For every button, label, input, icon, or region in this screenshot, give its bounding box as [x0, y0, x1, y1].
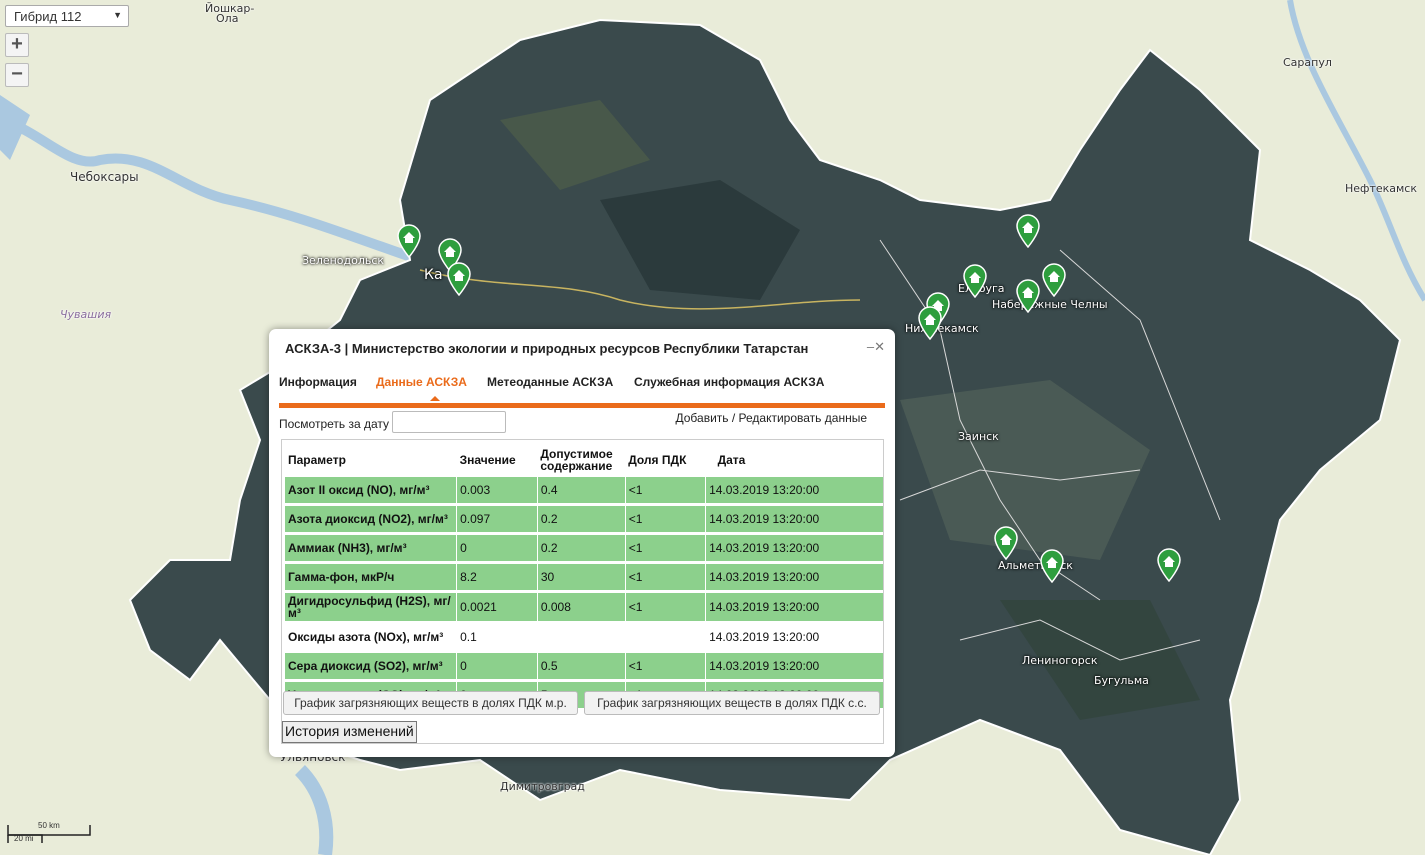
date-label: Посмотреть за дату: [279, 417, 390, 431]
place-neftekamsk: Нефтекамск: [1345, 182, 1417, 195]
table-cell: [536, 622, 626, 653]
scale-bar: 50 km 20 mi: [6, 821, 91, 843]
table-cell: 0.008: [536, 591, 626, 624]
table-cell: 0.003: [456, 477, 538, 506]
station-marker-icon[interactable]: [396, 224, 422, 258]
table-cell: Гамма-фон, мкР/ч: [285, 562, 457, 593]
table-cell: 14.03.2019 13:20:00: [705, 591, 883, 624]
table-cell: 14.03.2019 13:20:00: [705, 651, 883, 682]
table-cell: 0: [456, 533, 538, 564]
table-cell: <1: [624, 651, 706, 682]
data-table: Параметр Значение Допустимое содержание …: [285, 443, 883, 711]
table-cell: 14.03.2019 13:20:00: [705, 477, 883, 506]
table-cell: Дигидросульфид (H2S), мг/м³: [285, 591, 457, 624]
tab-info[interactable]: Информация: [279, 375, 357, 389]
table-cell: [624, 622, 706, 653]
tab-service-info[interactable]: Служебная информация АСКЗА: [634, 375, 824, 389]
table-row: Азот II оксид (NO), мг/м³ 0.003 0.4 <1 14.03…: [285, 477, 883, 506]
place-nab-chelny: Набережные Челны: [992, 298, 1108, 311]
table-cell: <1: [624, 504, 706, 535]
place-bugulma: Бугульма: [1094, 674, 1149, 687]
table-row: Азота диоксид (NO2), мг/м³ 0.097 0.2 <1 14.0…: [285, 504, 883, 535]
history-button[interactable]: История изменений: [282, 721, 417, 743]
table-row: Сера диоксид (SO2), мг/м³ 0 0.5 <1 14.03.201…: [285, 651, 883, 682]
active-tab-indicator: [430, 396, 440, 401]
dialog-tabs: Информация Данные АСКЗА Метеоданные АСКЗ…: [279, 375, 885, 408]
scale-km: 50 km: [38, 821, 60, 830]
table-cell: Аммиак (NH3), мг/м³: [285, 533, 457, 564]
table-cell: 8.2: [456, 562, 538, 593]
table-cell: 0.2: [536, 533, 626, 564]
table-cell: 0.1: [456, 622, 538, 653]
table-row: Оксиды азота (NOx), мг/м³ 0.1 14.03.2019 1…: [285, 622, 883, 653]
data-table-wrap: Параметр Значение Допустимое содержание …: [281, 439, 884, 744]
edit-data-link[interactable]: Добавить / Редактировать данные: [676, 411, 868, 425]
table-cell: 30: [536, 562, 626, 593]
table-cell: 0.097: [456, 504, 538, 535]
place-zainsk: Заинск: [958, 430, 999, 443]
col-header: Доля ПДК: [628, 453, 687, 467]
col-header: Параметр: [288, 453, 346, 467]
table-cell: Сера диоксид (SO2), мг/м³: [285, 651, 457, 682]
table-cell: Оксиды азота (NOx), мг/м³: [285, 622, 457, 653]
chart-ss-button[interactable]: График загрязняющих веществ в долях ПДК …: [584, 691, 880, 715]
table-row: Аммиак (NH3), мг/м³ 0 0.2 <1 14.03.2019 13:2…: [285, 533, 883, 564]
tab-askza-data[interactable]: Данные АСКЗА: [376, 375, 467, 389]
place-zelenodolsk: Зеленодольск: [302, 254, 385, 267]
table-cell: 0.5: [536, 651, 626, 682]
place-chuvashia: Чувашия: [60, 308, 112, 321]
table-row: Гамма-фон, мкР/ч 8.2 30 <1 14.03.2019 13:20:…: [285, 562, 883, 593]
table-cell: <1: [624, 562, 706, 593]
station-marker-icon[interactable]: [962, 264, 988, 298]
place-sarapul: Сарапул: [1283, 56, 1332, 69]
minimize-icon[interactable]: –: [867, 339, 874, 354]
table-cell: 14.03.2019 13:20:00: [705, 562, 883, 593]
close-icon[interactable]: ✕: [874, 339, 885, 354]
table-cell: 0.0021: [456, 591, 538, 624]
station-marker-icon[interactable]: [917, 306, 943, 340]
zoom-in-button[interactable]: +: [5, 33, 29, 57]
place-yoshkar-ola-2: Ола: [216, 12, 239, 25]
table-cell: 14.03.2019 13:20:00: [705, 622, 883, 653]
table-cell: 0: [456, 651, 538, 682]
table-cell: <1: [624, 533, 706, 564]
table-cell: <1: [624, 477, 706, 506]
station-marker-icon[interactable]: [1015, 214, 1041, 248]
table-row: Дигидросульфид (H2S), мг/м³ 0.0021 0.008 <1…: [285, 591, 883, 624]
date-input[interactable]: [392, 411, 506, 433]
col-header: Дата: [717, 453, 746, 467]
layer-select-value: Гибрид 112: [14, 9, 82, 24]
station-marker-icon[interactable]: [446, 262, 472, 296]
place-dimitrovgrad: Димитровград: [500, 780, 585, 793]
station-marker-icon[interactable]: [1015, 279, 1041, 313]
place-cheboksary: Чебоксары: [70, 170, 139, 184]
table-cell: 0.4: [536, 477, 626, 506]
table-cell: Азот II оксид (NO), мг/м³: [285, 477, 457, 506]
chevron-down-icon: ▼: [113, 10, 122, 20]
tab-meteo[interactable]: Метеоданные АСКЗА: [487, 375, 613, 389]
col-header: Значение: [459, 453, 516, 467]
station-marker-icon[interactable]: [1041, 263, 1067, 297]
table-cell: 14.03.2019 13:20:00: [705, 504, 883, 535]
station-marker-icon[interactable]: [1039, 549, 1065, 583]
zoom-out-button[interactable]: −: [5, 63, 29, 87]
table-cell: 0.2: [536, 504, 626, 535]
table-cell: <1: [624, 591, 706, 624]
station-dialog: АСКЗА-3 | Министерство экологии и природ…: [269, 329, 895, 757]
col-header: Допустимое содержание: [540, 447, 613, 473]
station-marker-icon[interactable]: [1156, 548, 1182, 582]
scale-mi: 20 mi: [14, 834, 34, 843]
chart-mr-button[interactable]: График загрязняющих веществ в долях ПДК …: [283, 691, 578, 715]
dialog-title: АСКЗА-3 | Министерство экологии и природ…: [285, 341, 809, 356]
place-leninogorsk: Лениногорск: [1022, 654, 1098, 667]
station-marker-icon[interactable]: [993, 526, 1019, 560]
layer-select[interactable]: Гибрид 112 ▼: [5, 5, 129, 27]
table-cell: Азота диоксид (NO2), мг/м³: [285, 504, 457, 535]
table-cell: 14.03.2019 13:20:00: [705, 533, 883, 564]
